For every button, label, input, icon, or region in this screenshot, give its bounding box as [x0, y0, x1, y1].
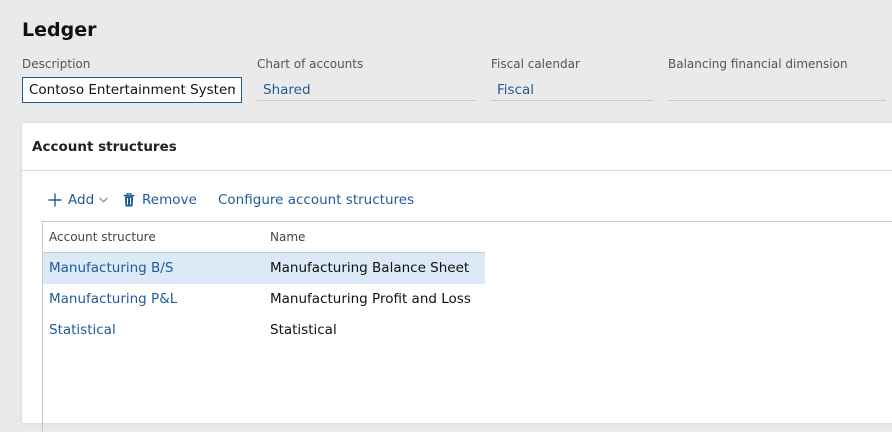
account-structure-name: Manufacturing Profit and Loss	[270, 291, 471, 307]
chart-of-accounts-label: Chart of accounts	[257, 57, 364, 71]
description-field[interactable]	[22, 77, 242, 103]
page-title: Ledger	[22, 19, 97, 41]
panel-divider	[22, 170, 892, 171]
fiscal-calendar-label: Fiscal calendar	[491, 57, 580, 71]
account-structures-panel: Account structures Add Remove Configure	[22, 123, 892, 432]
trash-icon	[123, 193, 135, 207]
account-structure-link[interactable]: Statistical	[49, 315, 116, 346]
account-structure-link[interactable]: Manufacturing B/S	[49, 253, 173, 284]
balancing-dimension-field[interactable]	[668, 79, 886, 101]
add-label: Add	[68, 192, 95, 208]
column-header-name[interactable]: Name	[270, 230, 305, 244]
table-row[interactable]: Statistical Statistical	[43, 315, 485, 346]
description-label: Description	[22, 57, 91, 71]
fiscal-calendar-field[interactable]: Fiscal	[491, 79, 653, 101]
balancing-dimension-label: Balancing financial dimension	[668, 57, 848, 71]
remove-button[interactable]: Remove	[123, 189, 197, 211]
plus-icon	[48, 193, 62, 207]
column-header-account-structure[interactable]: Account structure	[49, 230, 156, 244]
account-structure-name: Manufacturing Balance Sheet	[270, 260, 470, 276]
configure-label: Configure account structures	[218, 192, 415, 208]
chart-of-accounts-field[interactable]: Shared	[257, 79, 475, 101]
table-row[interactable]: Manufacturing B/S Manufacturing Balance …	[43, 253, 485, 284]
configure-account-structures-button[interactable]: Configure account structures	[218, 189, 414, 211]
account-structure-name: Statistical	[270, 322, 337, 338]
add-button[interactable]: Add	[48, 189, 109, 211]
account-structures-grid: Account structure Name Manufacturing B/S…	[42, 221, 892, 432]
grid-header: Account structure Name	[43, 222, 485, 253]
chevron-down-icon	[99, 197, 109, 203]
table-row[interactable]: Manufacturing P&L Manufacturing Profit a…	[43, 284, 485, 315]
remove-label: Remove	[142, 192, 197, 208]
account-structures-header[interactable]: Account structures	[32, 139, 177, 155]
account-structure-link[interactable]: Manufacturing P&L	[49, 284, 177, 315]
